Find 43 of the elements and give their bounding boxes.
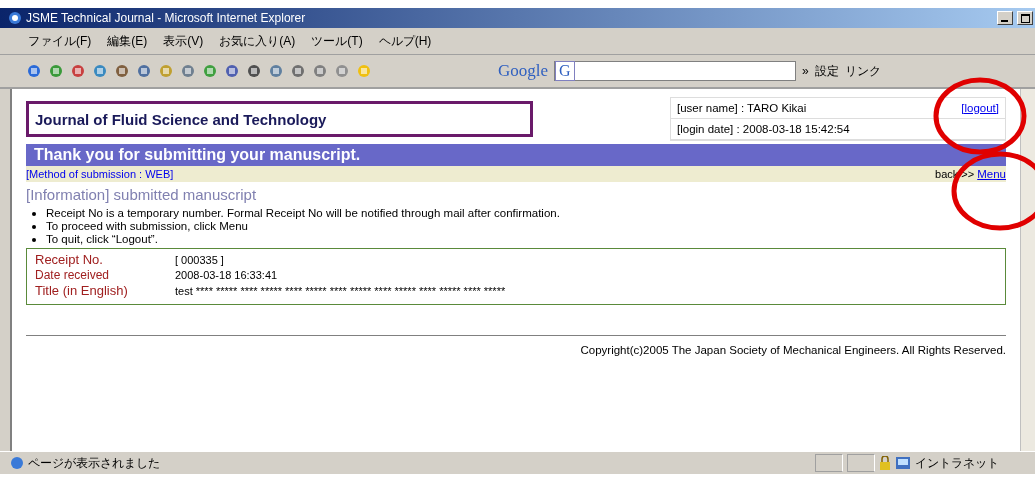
maximize-button[interactable] bbox=[1017, 11, 1033, 25]
window-title: JSME Technical Journal - Microsoft Internet Explorer bbox=[26, 11, 307, 25]
copyright: Copyright(c)2005 The Japan Society of Mechanical Engineers. All Rights Reserved. bbox=[579, 344, 1006, 356]
login-date: [login date] : 2008-03-18 15:42:54 bbox=[677, 123, 850, 135]
lock-icon bbox=[879, 456, 891, 470]
more-button[interactable]: » bbox=[802, 64, 809, 78]
settings-button[interactable]: 設定 bbox=[814, 62, 839, 80]
zone-label: イントラネット bbox=[915, 454, 1000, 472]
scrollbar[interactable] bbox=[1020, 89, 1035, 451]
menu-item[interactable]: ヘルプ(H) bbox=[378, 32, 432, 50]
menu-link[interactable]: Menu bbox=[977, 168, 1006, 180]
field-label: Receipt No. bbox=[35, 252, 104, 267]
user-name: [user name] : TARO Kikai bbox=[677, 102, 807, 114]
menu-item[interactable]: 表示(V) bbox=[163, 32, 204, 50]
links-button[interactable]: リンク bbox=[844, 62, 881, 80]
note-text: To proceed with submission, click Menu bbox=[46, 220, 248, 232]
note-text: Receipt No is a temporary number. Formal Receipt No will be notified through mail after confirmation. bbox=[46, 207, 560, 219]
field-label: Date received bbox=[35, 268, 111, 282]
menu-item[interactable]: 編集(E) bbox=[107, 32, 148, 50]
bullet-icon bbox=[32, 212, 36, 216]
note-text: To quit, click “Logout”. bbox=[46, 233, 158, 245]
section-heading: [Information] submitted manuscript bbox=[26, 186, 258, 203]
minimize-button[interactable] bbox=[997, 11, 1013, 25]
logout-link[interactable]: [logout] bbox=[961, 102, 999, 114]
menu-item[interactable]: ツール(T) bbox=[311, 32, 363, 50]
search-field[interactable]: G bbox=[554, 61, 797, 81]
submission-method: [Method of submission : WEB] bbox=[26, 168, 174, 180]
status-message: ページが表示されました bbox=[28, 454, 161, 472]
banner: Thank you for submitting your manuscript. bbox=[26, 144, 1006, 166]
menu-item[interactable]: お気に入り(A) bbox=[219, 32, 296, 50]
field-value: 2008-03-18 16:33:41 bbox=[175, 269, 279, 281]
bullet-icon bbox=[32, 238, 36, 242]
browser-icon bbox=[8, 11, 22, 25]
journal-title: Journal of Fluid Science and Technology bbox=[26, 101, 533, 137]
status-panel bbox=[847, 454, 875, 472]
menu-item[interactable]: ファイル(F) bbox=[28, 32, 92, 50]
maximize-icon bbox=[1020, 13, 1030, 23]
google-logo: Google bbox=[498, 61, 549, 81]
bullet-icon bbox=[32, 225, 36, 229]
field-label: Title (in English) bbox=[35, 283, 129, 298]
status-panel bbox=[815, 454, 843, 472]
field-value: test **** ***** **** ***** **** ***** **** ***** **** ***** **** ***** **** ***** bbox=[175, 284, 507, 297]
field-value: [ 000335 ] bbox=[175, 253, 225, 266]
